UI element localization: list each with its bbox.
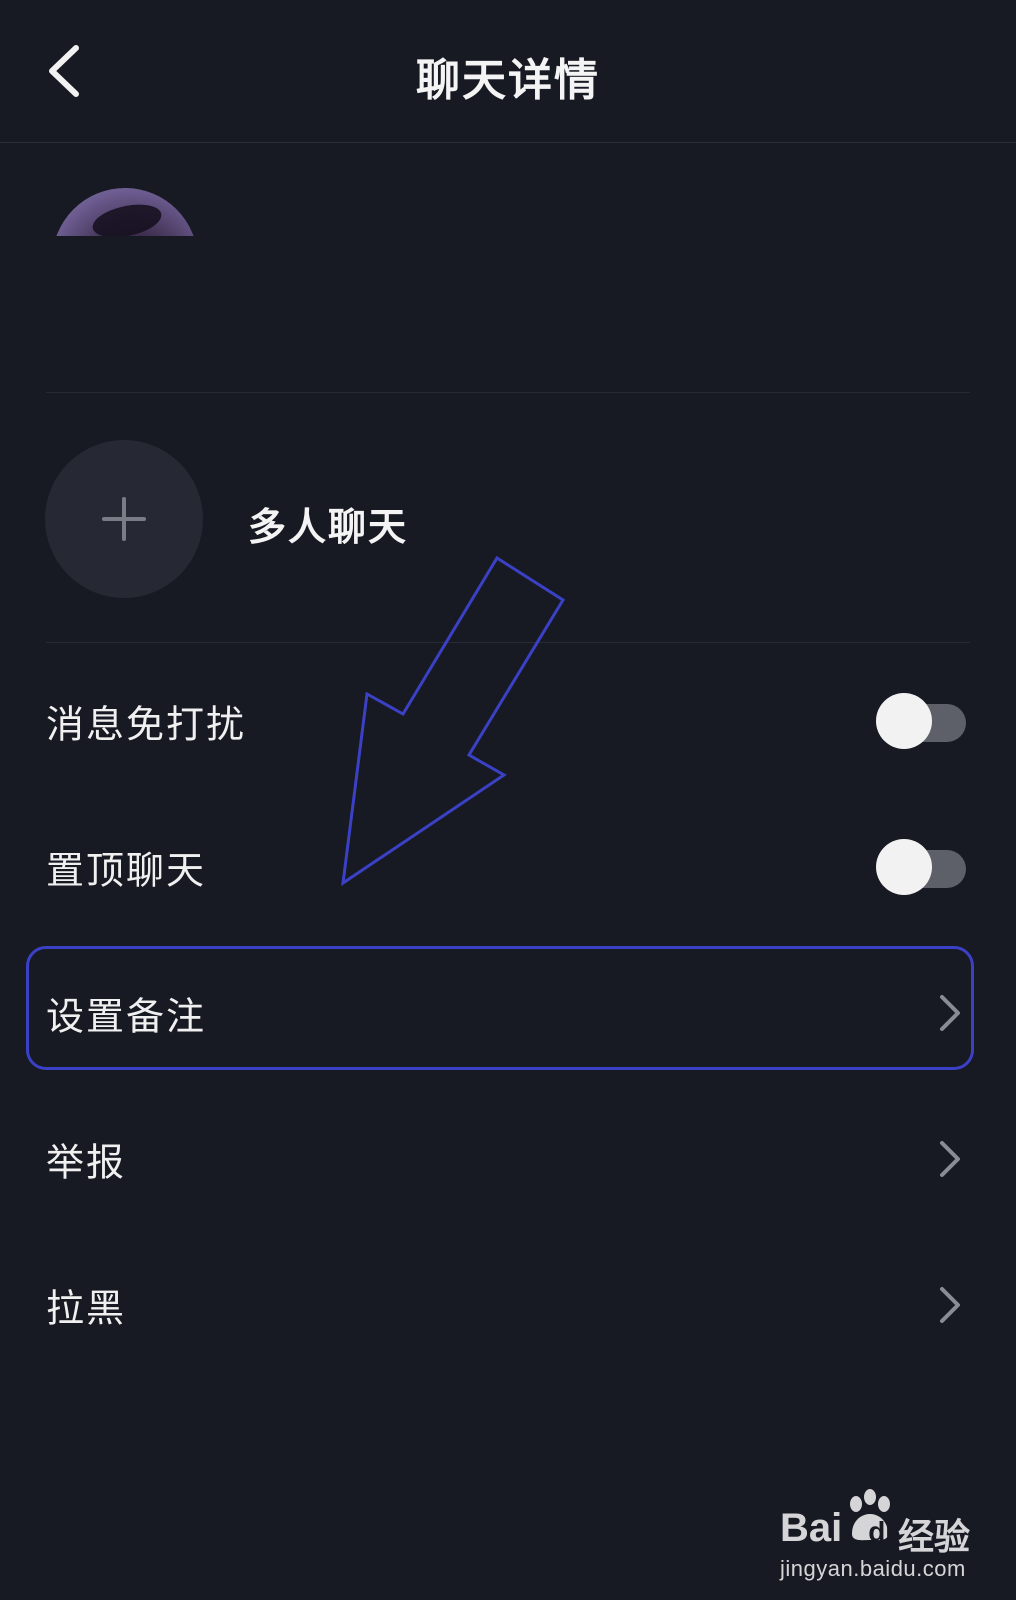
settings-row-pin-chat[interactable]: 置顶聊天 <box>0 794 1016 940</box>
settings-row-block[interactable]: 拉黑 <box>0 1232 1016 1378</box>
toggle-knob <box>876 839 932 895</box>
page-title: 聊天详情 <box>416 55 600 106</box>
nav-bar: 聊天详情 <box>0 0 1016 143</box>
row-label: 消息免打扰 <box>46 702 247 747</box>
watermark-suffix: 经验 <box>898 1517 971 1558</box>
pin-chat-toggle[interactable] <box>876 839 968 895</box>
do-not-disturb-toggle[interactable] <box>876 693 968 749</box>
avatar-image <box>52 188 198 236</box>
add-member-row: 多人聊天 <box>0 396 1016 644</box>
row-label: 置顶聊天 <box>46 848 207 893</box>
group-chat-label[interactable]: 多人聊天 <box>248 496 408 551</box>
row-label: 拉黑 <box>46 1286 127 1331</box>
avatar[interactable] <box>52 188 198 236</box>
watermark-url: jingyan.baidu.com <box>780 1556 966 1581</box>
divider <box>46 392 970 393</box>
watermark-brand-left: Bai <box>780 1506 843 1550</box>
member-section <box>0 144 1016 396</box>
divider <box>46 642 970 643</box>
row-label: 设置备注 <box>46 994 207 1039</box>
baidu-jingyan-watermark: Bai du 经验 jingyan.baidu.com <box>780 1489 990 1581</box>
toggle-knob <box>876 693 932 749</box>
settings-row-report[interactable]: 举报 <box>0 1086 1016 1232</box>
add-member-button[interactable] <box>45 440 203 598</box>
settings-row-set-remark[interactable]: 设置备注 <box>0 940 1016 1086</box>
plus-icon <box>102 497 146 541</box>
row-label: 举报 <box>46 1140 127 1185</box>
settings-row-do-not-disturb[interactable]: 消息免打扰 <box>0 648 1016 794</box>
chevron-right-icon <box>940 1141 960 1177</box>
chevron-right-icon <box>940 995 960 1031</box>
watermark-brand: Bai du <box>780 1506 902 1551</box>
chevron-right-icon <box>940 1287 960 1323</box>
